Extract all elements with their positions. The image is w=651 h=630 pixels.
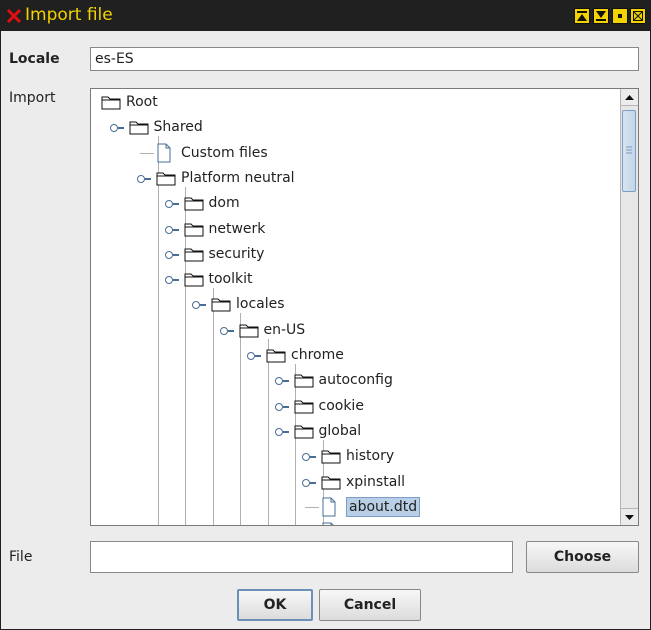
tree-node[interactable]: dom <box>91 192 621 214</box>
tree-node[interactable]: toolkit <box>91 268 621 290</box>
maximize-icon <box>618 14 622 18</box>
tree-node-label: about.dtd <box>346 496 421 517</box>
file-icon <box>321 522 337 525</box>
maximize-button[interactable] <box>612 8 628 24</box>
tree-node-label: security <box>208 245 265 262</box>
collapsed-handle-icon[interactable] <box>302 453 316 462</box>
tree-node[interactable]: history <box>91 445 621 467</box>
expanded-handle-icon[interactable] <box>137 174 151 183</box>
expanded-handle-icon[interactable] <box>219 326 234 335</box>
collapsed-handle-icon[interactable] <box>274 402 289 411</box>
folder-icon <box>239 322 259 342</box>
folder-icon <box>101 94 121 114</box>
folder-icon <box>184 271 204 291</box>
title-bar[interactable]: Import file <box>1 1 650 31</box>
close-x-icon[interactable] <box>6 8 22 24</box>
folder-icon <box>156 170 176 190</box>
tree-node[interactable]: Shared <box>91 116 621 138</box>
expanded-handle-icon[interactable] <box>164 276 179 285</box>
shade-up-icon <box>577 11 587 21</box>
grip-icon <box>626 146 632 154</box>
expanded-handle-icon[interactable] <box>274 427 289 436</box>
expanded-handle-icon[interactable] <box>192 301 206 310</box>
tree-node[interactable]: Platform neutral <box>91 167 621 189</box>
tree-node[interactable]: netwerk <box>91 218 621 240</box>
shade-down-button[interactable] <box>593 8 609 24</box>
tree-node-label: Shared <box>153 119 203 136</box>
tree-node[interactable]: Custom files <box>91 142 621 164</box>
window-title: Import file <box>25 5 113 25</box>
tree-node[interactable]: about.dtd <box>91 496 621 518</box>
tree-node-label: en-US <box>263 321 306 338</box>
tree-connector-line <box>140 152 154 154</box>
tree-node-label: dom <box>208 195 240 212</box>
collapsed-handle-icon[interactable] <box>164 200 179 209</box>
choose-button[interactable]: Choose <box>526 541 639 573</box>
scroll-thumb[interactable] <box>622 110 636 192</box>
import-label: Import <box>9 90 56 106</box>
folder-icon <box>321 448 341 468</box>
collapsed-handle-icon[interactable] <box>302 478 316 487</box>
tree-node-label: locales <box>236 296 285 313</box>
locale-label: Locale <box>9 51 60 67</box>
close-button[interactable] <box>630 8 646 24</box>
file-icon <box>156 143 172 167</box>
folder-icon <box>294 372 314 392</box>
folder-icon <box>129 119 149 139</box>
scroll-up-button[interactable] <box>621 89 638 106</box>
tree-node[interactable]: xpinstall <box>91 471 621 493</box>
collapsed-handle-icon[interactable] <box>164 250 179 259</box>
tree-node-label: history <box>346 448 395 465</box>
folder-icon <box>211 296 231 316</box>
tree-node-label: Root <box>126 94 158 110</box>
cancel-button[interactable]: Cancel <box>319 589 421 621</box>
shade-up-button[interactable] <box>574 8 590 24</box>
folder-icon <box>266 347 286 367</box>
tree-node[interactable]: global <box>91 420 621 442</box>
tree-node[interactable]: chrome <box>91 344 621 366</box>
tree-node[interactable]: security <box>91 243 621 265</box>
tree-node[interactable]: autoconfig <box>91 369 621 391</box>
tree-node[interactable]: cookie <box>91 395 621 417</box>
tree-node-label: global <box>318 422 362 439</box>
file-path-field[interactable] <box>90 541 513 573</box>
folder-icon <box>184 221 204 241</box>
close-icon <box>633 11 643 21</box>
tree-node-label: toolkit <box>208 271 253 288</box>
tree-node-label: netwerk <box>208 220 266 237</box>
arrow-down-icon <box>625 515 634 520</box>
import-file-dialog: Import file Locale es-ES Import Root Sha… <box>0 0 651 630</box>
arrow-up-icon <box>625 95 634 100</box>
locale-field[interactable]: es-ES <box>90 47 639 71</box>
tree-node-label: autoconfig <box>318 372 393 389</box>
expanded-handle-icon[interactable] <box>109 124 124 133</box>
folder-icon <box>294 398 314 418</box>
tree-node-label: chrome <box>291 347 344 363</box>
file-icon <box>321 497 337 521</box>
tree-node-label: Custom files <box>181 144 268 161</box>
ok-button[interactable]: OK <box>237 589 313 621</box>
tree-node[interactable]: en-US <box>91 319 621 341</box>
scroll-down-button[interactable] <box>621 508 638 525</box>
tree-node[interactable]: locales <box>91 293 621 315</box>
tree-node[interactable]: Root <box>91 91 621 113</box>
folder-icon <box>184 195 204 215</box>
folder-icon <box>184 246 204 266</box>
tree-node-label: xpinstall <box>346 473 406 490</box>
collapsed-handle-icon[interactable] <box>164 225 179 234</box>
folder-icon <box>321 474 341 494</box>
tree-node-label: Platform neutral <box>181 169 295 186</box>
vertical-scrollbar[interactable] <box>620 89 638 525</box>
tree-connector-line <box>305 506 319 508</box>
folder-icon <box>294 423 314 443</box>
collapsed-handle-icon[interactable] <box>274 377 289 386</box>
tree-body: Root Shared Custom files Platform neutral do… <box>91 89 621 525</box>
expanded-handle-icon[interactable] <box>247 352 261 360</box>
file-label: File <box>9 549 33 565</box>
shade-down-icon <box>596 11 606 21</box>
import-tree[interactable]: Root Shared Custom files Platform neutral do… <box>90 88 639 526</box>
tree-node-label: cookie <box>318 397 364 414</box>
